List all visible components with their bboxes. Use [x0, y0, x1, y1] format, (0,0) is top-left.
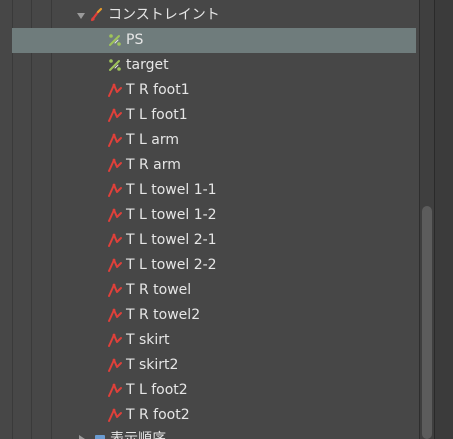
physics-constraint-icon [107, 157, 123, 173]
bone-ik-icon [107, 32, 123, 48]
tree-item[interactable]: T R arm [0, 153, 416, 178]
constraint-folder-icon [89, 7, 105, 23]
physics-constraint-icon [107, 132, 123, 148]
scrollbar[interactable] [419, 0, 434, 439]
tree-item[interactable]: T L arm [0, 128, 416, 153]
tree-item-label: T R foot2 [126, 407, 190, 423]
tree-item-label: PS [126, 32, 144, 48]
panel-divider[interactable] [434, 0, 453, 439]
tree-item[interactable]: T R foot2 [0, 403, 416, 428]
tree-group-label: 表示順序 [110, 431, 166, 439]
tree-item-label: T L foot1 [126, 107, 188, 123]
physics-constraint-icon [107, 332, 123, 348]
tree-item-label: T L towel 1-1 [126, 182, 217, 198]
tree-item-label: T skirt2 [126, 357, 179, 373]
physics-constraint-icon [107, 107, 123, 123]
physics-constraint-icon [107, 382, 123, 398]
tree-item-label: T L arm [126, 132, 179, 148]
outliner-panel: コンストレイント PS target T R foot1 T L foot1 T L a… [0, 0, 453, 439]
expand-arrow-icon[interactable] [77, 13, 85, 19]
tree-item-label: T R arm [126, 157, 181, 173]
folder-icon [95, 435, 105, 439]
tree-item-label: target [126, 57, 169, 73]
tree-item-label: T R foot1 [126, 82, 190, 98]
tree-item[interactable]: T L foot2 [0, 378, 416, 403]
bone-ik-icon [107, 57, 123, 73]
physics-constraint-icon [107, 407, 123, 423]
tree-item[interactable]: T L towel 2-1 [0, 228, 416, 253]
physics-constraint-icon [107, 257, 123, 273]
tree-item[interactable]: T L towel 1-2 [0, 203, 416, 228]
tree-item-label: T R towel2 [126, 307, 201, 323]
tree-item[interactable]: target [0, 53, 416, 78]
tree-item-label: T L towel 1-2 [126, 207, 217, 223]
physics-constraint-icon [107, 82, 123, 98]
tree-item[interactable]: T R towel [0, 278, 416, 303]
tree-item[interactable]: T skirt [0, 328, 416, 353]
expand-arrow-icon[interactable] [79, 435, 85, 439]
tree-item[interactable]: T L foot1 [0, 103, 416, 128]
physics-constraint-icon [107, 232, 123, 248]
tree-item-label: T R towel [126, 282, 192, 298]
physics-constraint-icon [107, 282, 123, 298]
physics-constraint-icon [107, 357, 123, 373]
tree-item[interactable]: T R towel2 [0, 303, 416, 328]
tree-item-label: T skirt [126, 332, 170, 348]
physics-constraint-icon [107, 307, 123, 323]
tree-item[interactable]: T L towel 1-1 [0, 178, 416, 203]
tree-item[interactable]: T skirt2 [0, 353, 416, 378]
tree-group-display-order[interactable]: 表示順序 [0, 427, 416, 439]
tree-group-label: コンストレイント [108, 7, 220, 23]
scrollbar-thumb[interactable] [422, 206, 432, 439]
tree-item-label: T L foot2 [126, 382, 188, 398]
tree-item[interactable]: T L towel 2-2 [0, 253, 416, 278]
tree-item[interactable]: T R foot1 [0, 78, 416, 103]
tree-item-label: T L towel 2-1 [126, 232, 217, 248]
tree-item[interactable]: PS [12, 28, 416, 53]
physics-constraint-icon [107, 182, 123, 198]
physics-constraint-icon [107, 207, 123, 223]
tree-group-constraints[interactable]: コンストレイント [0, 3, 416, 28]
tree-item-label: T L towel 2-2 [126, 257, 217, 273]
